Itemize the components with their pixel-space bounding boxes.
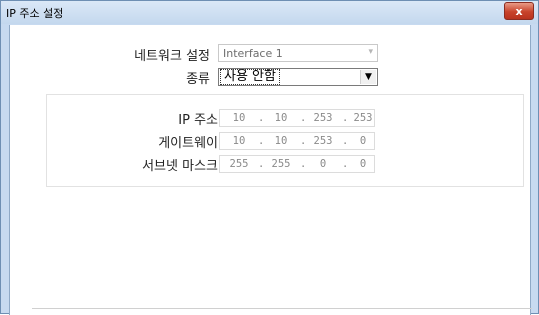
ip-address-label: IP 주소 — [178, 113, 218, 128]
gateway-octet-3: 253 — [313, 135, 333, 147]
title-bar[interactable]: IP 주소 설정 x — [1, 1, 538, 24]
ip-separator: . — [258, 158, 265, 170]
type-value: 사용 안함 — [220, 69, 280, 85]
divider — [32, 308, 532, 309]
ip-separator: . — [258, 112, 265, 124]
gateway-octet-4: 0 — [359, 135, 367, 147]
close-icon: x — [515, 4, 523, 18]
type-dropdown[interactable]: 사용 안함 ▼ — [218, 68, 378, 86]
window-title: IP 주소 설정 — [6, 7, 64, 20]
ip-separator: . — [300, 158, 307, 170]
dialog-window: IP 주소 설정 x 네트워크 설정 Interface 1 ▾ 종류 사용 안… — [0, 0, 539, 315]
ip-separator: . — [300, 135, 307, 147]
subnet-octet-3: 0 — [319, 158, 327, 170]
ip-octet-2: 10 — [274, 112, 288, 124]
gateway-label: 게이트웨이 — [158, 136, 218, 151]
gateway-field[interactable]: 10 . 10 . 253 . 0 — [219, 132, 375, 150]
ip-address-field[interactable]: 10 . 10 . 253 . 253 — [219, 109, 375, 127]
subnet-octet-2: 255 — [271, 158, 291, 170]
type-label: 종류 — [186, 72, 210, 87]
subnet-octet-1: 255 — [229, 158, 249, 170]
network-setting-dropdown[interactable]: Interface 1 ▾ — [218, 44, 378, 62]
chevron-down-icon: ▾ — [368, 47, 373, 57]
subnet-octet-4: 0 — [359, 158, 367, 170]
ip-separator: . — [300, 112, 307, 124]
gateway-octet-1: 10 — [232, 135, 246, 147]
ip-separator: . — [258, 135, 265, 147]
ip-settings-group: IP 주소 10 . 10 . 253 . 253 게이트웨이 10 . 10 … — [46, 94, 524, 187]
ip-octet-3: 253 — [313, 112, 333, 124]
close-button[interactable]: x — [504, 2, 534, 20]
dialog-client-area: 네트워크 설정 Interface 1 ▾ 종류 사용 안함 ▼ IP 주소 1… — [9, 25, 532, 315]
gateway-octet-2: 10 — [274, 135, 288, 147]
ip-octet-4: 253 — [353, 112, 373, 124]
network-setting-value: Interface 1 — [223, 47, 283, 60]
subnet-mask-field[interactable]: 255 . 255 . 0 . 0 — [219, 155, 375, 173]
ip-octet-1: 10 — [232, 112, 246, 124]
chevron-down-icon[interactable]: ▼ — [360, 70, 376, 84]
subnet-mask-label: 서브넷 마스크 — [142, 159, 218, 174]
network-setting-label: 네트워크 설정 — [134, 49, 210, 64]
